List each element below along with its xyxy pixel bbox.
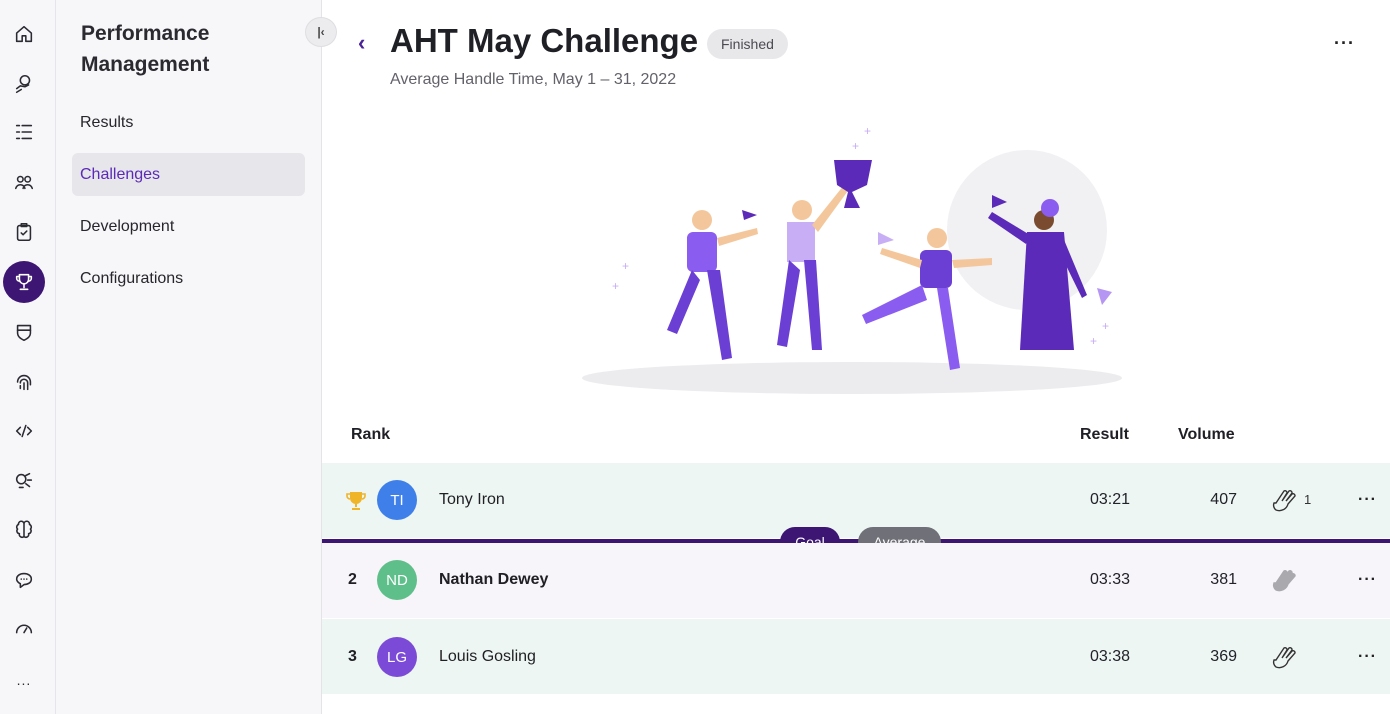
clap-icon[interactable] [1268, 563, 1302, 597]
trophy-icon[interactable] [3, 261, 45, 303]
trophy-icon [344, 489, 368, 518]
table-header: Rank Result Volume [322, 418, 1390, 462]
user-name[interactable]: Nathan Dewey [439, 571, 548, 589]
brain-icon[interactable] [4, 510, 44, 550]
chevron-left-icon[interactable]: ‹ [358, 30, 365, 56]
clap-count: 1 [1304, 492, 1312, 507]
svg-text:+: + [852, 139, 859, 153]
main-content: ‹ AHT May Challenge Finished Average Han… [322, 0, 1390, 714]
more-apps-icon[interactable]: ... [4, 660, 44, 700]
volume-value: 407 [1210, 491, 1237, 508]
status-badge: Finished [707, 29, 788, 59]
table-row[interactable]: 2 ND Nathan Dewey 03:33 381 ··· [322, 543, 1390, 618]
svg-text:+: + [1102, 319, 1109, 333]
icon-rail: ... [0, 0, 56, 714]
user-name[interactable]: Tony Iron [439, 491, 505, 509]
volume-value: 381 [1210, 571, 1237, 588]
page-title: AHT May Challenge [390, 22, 699, 59]
svg-text:+: + [1090, 334, 1097, 348]
nav-item-results[interactable]: Results [72, 101, 305, 144]
code-icon[interactable] [4, 411, 44, 451]
row-more-button[interactable]: ··· [1358, 491, 1377, 509]
secondary-nav: Performance Management Results Challenge… [56, 0, 322, 714]
result-value: 03:33 [1089, 571, 1130, 588]
nav-item-configurations[interactable]: Configurations [72, 257, 305, 300]
table-row[interactable]: 3 LG Louis Gosling 03:38 369 ··· [322, 619, 1390, 694]
nav-item-development[interactable]: Development [72, 205, 305, 248]
user-name[interactable]: Louis Gosling [439, 648, 536, 666]
hand-coins-icon[interactable] [4, 64, 44, 104]
column-volume[interactable]: Volume [1178, 426, 1235, 444]
robot-icon[interactable] [4, 461, 44, 501]
checklist-icon[interactable] [4, 112, 44, 152]
home-icon[interactable] [4, 14, 44, 54]
table-row[interactable]: TI Tony Iron 03:21 407 1 ··· [322, 463, 1390, 538]
app: ... Performance Management Results Chall… [0, 0, 1390, 714]
column-result[interactable]: Result [1080, 426, 1129, 444]
result-value: 03:38 [1089, 648, 1130, 665]
nav-item-challenges[interactable]: Challenges [72, 153, 305, 196]
team-icon[interactable] [4, 162, 44, 202]
section-title: Performance Management [81, 22, 210, 76]
avatar[interactable]: ND [377, 560, 417, 600]
speedometer-icon[interactable] [4, 608, 44, 648]
svg-text:+: + [864, 124, 871, 138]
shield-icon[interactable] [4, 312, 44, 352]
row-more-button[interactable]: ··· [1358, 571, 1377, 589]
avatar[interactable]: TI [377, 480, 417, 520]
rank-number: 2 [348, 571, 357, 588]
avatar[interactable]: LG [377, 637, 417, 677]
clap-icon[interactable] [1268, 640, 1302, 674]
clap-icon[interactable] [1268, 483, 1302, 517]
celebration-illustration: ++ ++ ++ [582, 124, 1122, 394]
more-options-button[interactable]: ··· [1334, 33, 1355, 54]
fingerprint-icon[interactable] [4, 362, 44, 402]
column-rank: Rank [351, 426, 391, 443]
svg-text:+: + [622, 259, 629, 273]
result-value: 03:21 [1089, 491, 1130, 508]
rank-number: 3 [348, 648, 357, 665]
svg-text:+: + [612, 279, 619, 293]
row-more-button[interactable]: ··· [1358, 648, 1377, 666]
clipboard-check-icon[interactable] [4, 212, 44, 252]
page-subtitle: Average Handle Time, May 1 – 31, 2022 [390, 71, 677, 88]
chat-icon[interactable] [4, 560, 44, 600]
volume-value: 369 [1210, 648, 1237, 665]
